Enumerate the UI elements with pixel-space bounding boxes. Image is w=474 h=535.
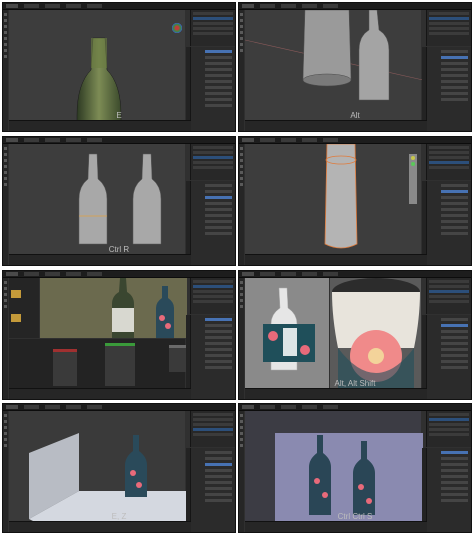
blender-window-1: E xyxy=(2,2,236,132)
shortcut-caption: Ctrl Ctrl S xyxy=(337,512,373,521)
timeline[interactable] xyxy=(9,521,191,532)
outliner[interactable] xyxy=(190,144,235,180)
shader-node[interactable] xyxy=(169,345,187,372)
timeline[interactable] xyxy=(245,120,427,131)
blender-window-3: Ctrl R xyxy=(2,136,236,266)
3d-viewport-rendered[interactable] xyxy=(245,411,423,524)
timeline[interactable] xyxy=(9,120,191,131)
timeline[interactable] xyxy=(245,388,427,399)
shortcut-caption: Alt, Alt Shift xyxy=(334,379,376,388)
3d-viewport[interactable] xyxy=(245,143,421,255)
shader-editor[interactable] xyxy=(9,339,187,389)
axis-gizmo-icon[interactable] xyxy=(171,22,183,34)
shader-node[interactable] xyxy=(105,343,135,386)
properties-panel[interactable] xyxy=(190,315,235,399)
outliner[interactable] xyxy=(426,411,471,447)
blender-window-2: Alt xyxy=(238,2,472,132)
blender-menu-bar[interactable] xyxy=(3,3,235,10)
blender-menu-bar[interactable] xyxy=(239,3,471,10)
blender-window-6: Alt, Alt Shift xyxy=(238,270,472,400)
tool-shelf[interactable] xyxy=(239,144,244,265)
blender-menu-bar[interactable] xyxy=(3,404,235,411)
timeline[interactable] xyxy=(9,254,191,265)
blender-window-7: E, Z xyxy=(2,403,236,533)
tool-shelf[interactable] xyxy=(3,278,8,399)
outliner[interactable] xyxy=(426,278,471,314)
blender-menu-bar[interactable] xyxy=(3,137,235,144)
blender-menu-bar[interactable] xyxy=(3,271,235,278)
file-browser[interactable] xyxy=(9,278,39,338)
bottle-models-wireframe xyxy=(244,9,424,101)
bottle-model xyxy=(76,37,122,124)
blender-menu-bar[interactable] xyxy=(239,137,471,144)
shortcut-caption: Ctrl R xyxy=(108,245,130,254)
shortcut-caption: E xyxy=(116,111,122,120)
timeline[interactable] xyxy=(9,388,191,399)
shortcut-caption: E, Z xyxy=(111,512,127,521)
outliner[interactable] xyxy=(426,144,471,180)
3d-viewport[interactable] xyxy=(9,144,185,255)
properties-panel[interactable] xyxy=(426,181,471,265)
bottle-closeup-model xyxy=(324,143,417,249)
tutorial-screenshot-grid: E Alt Ctrl R Alt, Alt Shift E, Z Ctrl Ct… xyxy=(0,0,474,535)
scene-with-backdrop xyxy=(29,433,187,524)
timeline[interactable] xyxy=(245,521,427,532)
blender-menu-bar[interactable] xyxy=(239,271,471,278)
outliner[interactable] xyxy=(426,10,471,46)
3d-viewport-rendered[interactable] xyxy=(330,278,421,391)
blender-window-4 xyxy=(238,136,472,266)
3d-viewport-rendered[interactable] xyxy=(40,278,187,338)
outliner[interactable] xyxy=(190,10,235,46)
timeline[interactable] xyxy=(245,254,427,265)
label-texture-preview xyxy=(263,287,315,371)
3d-viewport[interactable] xyxy=(9,10,185,124)
blender-window-5 xyxy=(2,270,236,400)
two-bottle-models xyxy=(78,153,162,245)
blender-window-8: Ctrl Ctrl S xyxy=(238,403,472,533)
blender-menu-bar[interactable] xyxy=(239,404,471,411)
final-bottle-render xyxy=(275,433,423,524)
shortcut-caption: Alt xyxy=(350,111,360,120)
outliner[interactable] xyxy=(190,278,235,314)
uv-image-editor[interactable] xyxy=(245,278,329,389)
shader-node[interactable] xyxy=(53,349,77,386)
bottle-label-closeup xyxy=(332,278,420,391)
outliner[interactable] xyxy=(190,411,235,447)
3d-viewport[interactable] xyxy=(244,9,424,121)
bottle-render-preview xyxy=(40,278,187,338)
3d-viewport[interactable] xyxy=(9,411,187,524)
